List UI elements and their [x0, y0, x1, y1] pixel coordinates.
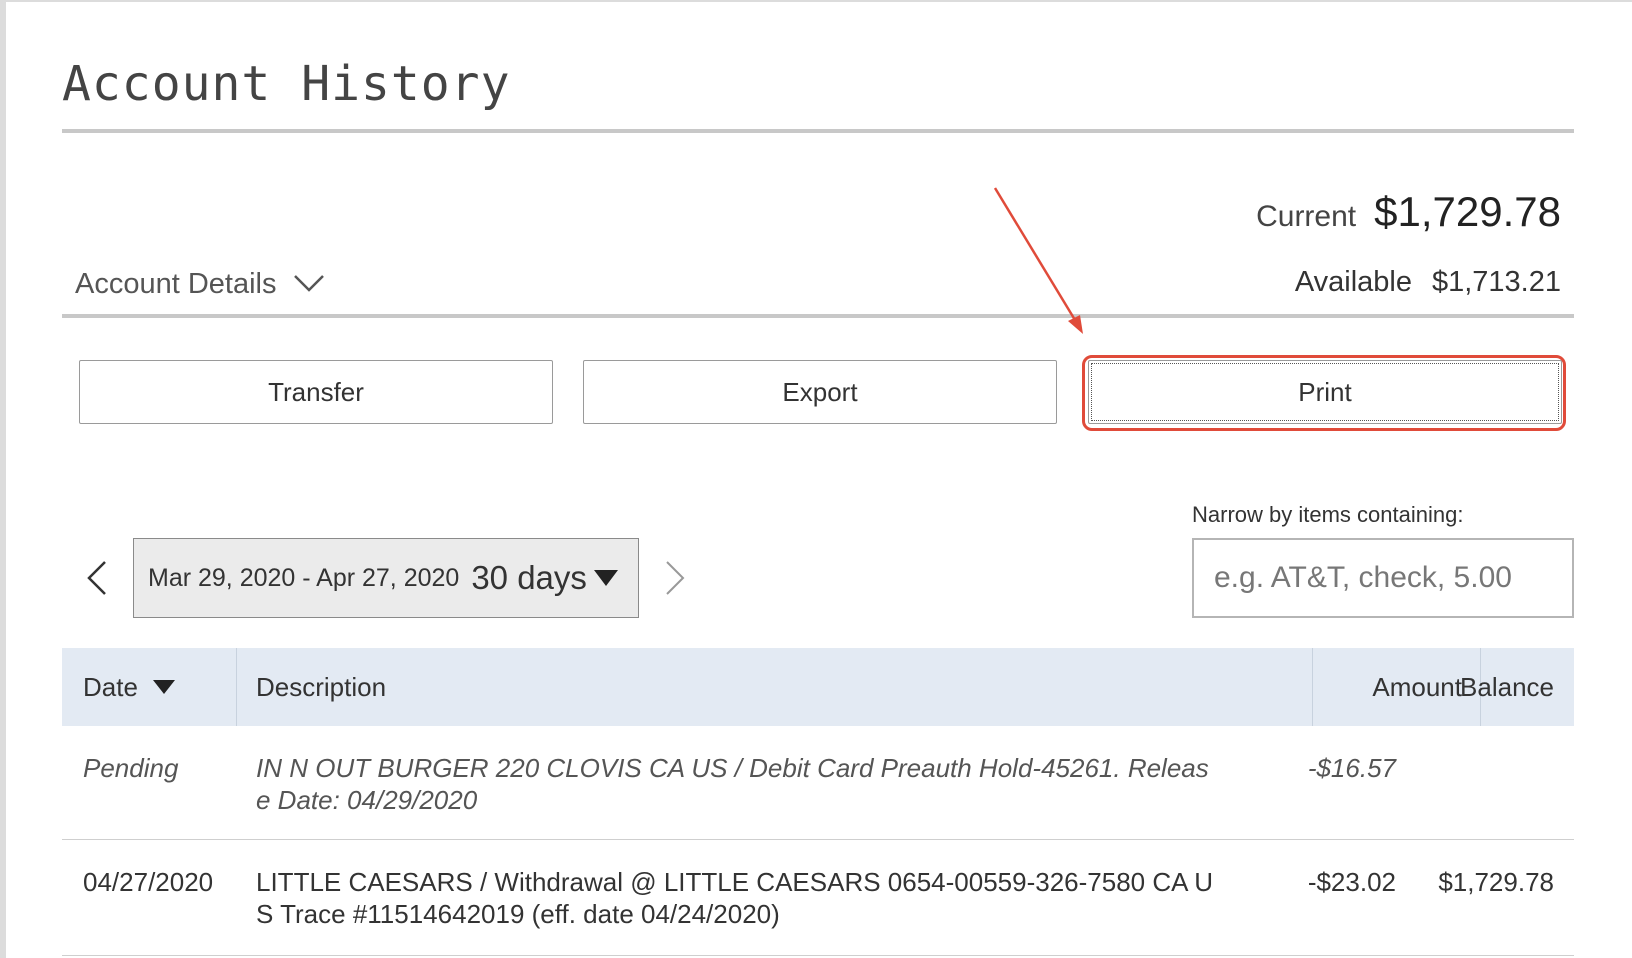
row-balance: $1,729.78 [1438, 867, 1554, 897]
date-days-text: 30 days [471, 559, 587, 596]
current-balance-value: $1,729.78 [1374, 188, 1561, 235]
transfer-button[interactable]: Transfer [79, 360, 553, 424]
row-amount: -$16.57 [1307, 753, 1396, 783]
date-column-header[interactable]: Date [62, 648, 236, 726]
search-input[interactable] [1192, 538, 1574, 618]
export-button[interactable]: Export [583, 360, 1057, 424]
print-highlight-box [1082, 355, 1566, 431]
sort-desc-icon [152, 678, 176, 696]
title-divider [62, 129, 1574, 133]
date-range-dropdown[interactable]: Mar 29, 2020 - Apr 27, 2020 30 days [133, 538, 639, 618]
search-label: Narrow by items containing: [1192, 502, 1464, 527]
date-range-text: Mar 29, 2020 - Apr 27, 2020 [148, 563, 460, 592]
description-column-header[interactable]: Description [236, 648, 1312, 726]
current-balance-label: Current [1256, 200, 1357, 233]
current-balance: Current $1,729.78 [1256, 188, 1561, 236]
row-date: 04/27/2020 [83, 867, 214, 897]
account-divider [62, 314, 1574, 318]
row-description: IN N OUT BURGER 220 CLOVIS CA US / Debit… [256, 753, 1209, 815]
row-date: Pending [83, 753, 179, 783]
chevron-left-icon[interactable] [86, 560, 108, 601]
page-title: Account History [62, 56, 511, 112]
date-header-label: Date [83, 671, 138, 702]
available-balance: Available $1,713.21 [1295, 266, 1561, 299]
window-left-border [0, 0, 6, 958]
table-row[interactable]: Pending IN N OUT BURGER 220 CLOVIS CA US… [62, 726, 1574, 840]
available-balance-value: $1,713.21 [1431, 266, 1561, 298]
chevron-right-icon[interactable] [664, 560, 686, 601]
balance-column-header[interactable]: Balance [1460, 648, 1574, 726]
available-balance-label: Available [1294, 266, 1412, 298]
account-details-label: Account Details [75, 268, 277, 300]
table-row[interactable]: 04/27/2020 LITTLE CAESARS / Withdrawal @… [62, 840, 1574, 956]
row-amount: -$23.02 [1307, 867, 1396, 897]
chevron-down-icon [293, 268, 325, 301]
amount-column-header[interactable]: Amount [1312, 648, 1480, 726]
account-details-toggle[interactable]: Account Details [75, 268, 325, 301]
table-header: Date Description Amount Balance [62, 648, 1574, 726]
window-top-border [0, 0, 1632, 2]
row-description: LITTLE CAESARS / Withdrawal @ LITTLE CAE… [256, 867, 1214, 929]
caret-down-icon [593, 568, 619, 588]
